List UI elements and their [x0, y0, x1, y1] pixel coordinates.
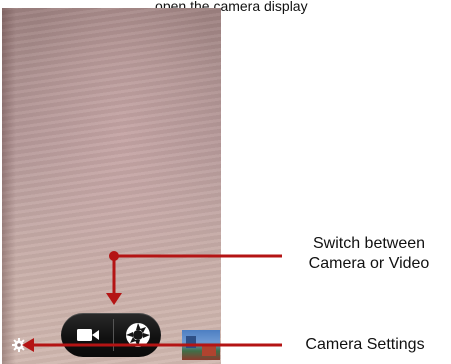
settings-callout: Camera Settings — [305, 336, 425, 353]
tutorial-screenshot: ...open the camera display Switch betwee… — [0, 0, 451, 364]
gallery-thumbnail[interactable] — [182, 330, 220, 360]
gear-icon[interactable] — [12, 338, 26, 352]
switch-callout-line2: Camera or Video — [308, 255, 430, 272]
camera-control-bar — [61, 313, 161, 357]
shutter-aperture-icon — [126, 323, 150, 347]
video-camera-icon[interactable] — [75, 325, 101, 345]
camera-viewfinder — [2, 8, 221, 364]
switch-mode-callout: Switch between Camera or Video — [284, 234, 451, 274]
thumbnail-detail — [186, 336, 196, 348]
control-divider — [113, 319, 114, 351]
thumbnail-detail — [202, 346, 216, 356]
switch-callout-line1: Switch between — [312, 235, 426, 252]
shutter-button[interactable] — [124, 321, 152, 349]
viewfinder-shadow — [2, 8, 16, 364]
